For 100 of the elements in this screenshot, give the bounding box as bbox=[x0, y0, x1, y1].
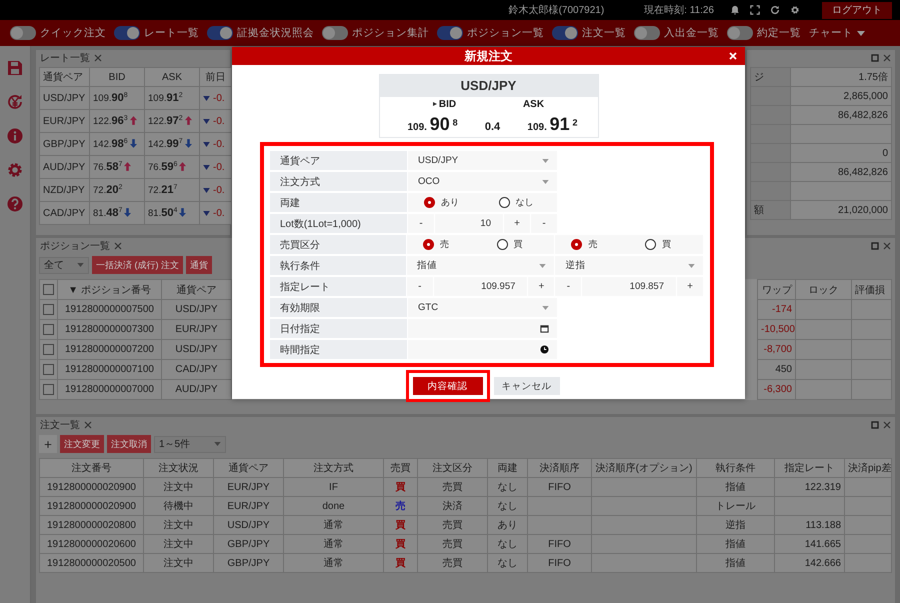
select-field[interactable]: OCO bbox=[408, 172, 557, 191]
logout-button[interactable]: ログアウト bbox=[822, 2, 892, 18]
info-icon[interactable] bbox=[7, 128, 23, 144]
radio-button[interactable] bbox=[571, 239, 582, 250]
step-button[interactable]: - bbox=[531, 214, 557, 233]
toggle-switch[interactable] bbox=[10, 26, 36, 40]
action-button[interactable]: 注文取消 bbox=[107, 435, 151, 453]
ask-price: 109.91$^{2}$ bbox=[527, 114, 578, 134]
column-header: ▼ ポジション番号 bbox=[58, 280, 162, 300]
bid-label: BID bbox=[438, 98, 456, 110]
close-icon[interactable] bbox=[114, 242, 122, 250]
action-button[interactable]: 一括決済 (成行) 注文 bbox=[92, 256, 183, 274]
checkbox[interactable] bbox=[43, 284, 54, 295]
checkbox[interactable] bbox=[43, 364, 54, 375]
field-label: 日付指定 bbox=[270, 319, 407, 338]
number-field[interactable]: 10 bbox=[435, 214, 503, 233]
table-cell: 1.75倍 bbox=[790, 68, 892, 86]
panel-tab[interactable]: レート一覧 bbox=[40, 50, 90, 64]
select-field[interactable]: GTC bbox=[408, 298, 557, 317]
toggle-switch[interactable] bbox=[727, 26, 753, 40]
help-icon[interactable] bbox=[7, 196, 23, 212]
checkbox[interactable] bbox=[43, 344, 54, 355]
toggle-switch[interactable] bbox=[437, 26, 463, 40]
number-field[interactable]: 109.957 bbox=[434, 277, 528, 296]
date-field[interactable] bbox=[408, 319, 557, 338]
yen-refresh-icon[interactable] bbox=[7, 94, 23, 110]
radio-button[interactable] bbox=[424, 197, 435, 208]
close-icon[interactable] bbox=[883, 420, 891, 428]
range-dropdown[interactable]: 1～5件 bbox=[154, 436, 226, 452]
column-header: ASK bbox=[144, 68, 200, 86]
refresh-icon[interactable] bbox=[770, 5, 780, 15]
radio-button[interactable] bbox=[422, 239, 434, 250]
time-field[interactable] bbox=[408, 340, 557, 359]
down-triangle-icon bbox=[203, 96, 210, 100]
close-icon[interactable] bbox=[94, 54, 102, 62]
action-button[interactable]: 通貨 bbox=[186, 256, 212, 274]
minus-button[interactable]: - bbox=[406, 277, 433, 296]
cancel-button[interactable]: キャンセル bbox=[494, 377, 560, 395]
caret-icon[interactable] bbox=[688, 264, 695, 268]
checkbox[interactable] bbox=[43, 304, 54, 315]
fullscreen-icon[interactable] bbox=[750, 5, 760, 15]
radio-button[interactable] bbox=[498, 197, 510, 208]
toggle-switch[interactable] bbox=[207, 26, 233, 40]
panel-toggle-label: 注文一覧 bbox=[582, 26, 626, 40]
add-button[interactable]: + bbox=[39, 435, 57, 453]
table-cell: FIFO bbox=[528, 478, 592, 496]
save-icon[interactable] bbox=[7, 60, 23, 76]
radio-button[interactable] bbox=[645, 239, 656, 250]
confirm-button[interactable]: 内容確認 bbox=[412, 377, 482, 395]
bid-rate: 109.90$^{8}$ bbox=[93, 93, 128, 104]
table-cell: 2,865,000 bbox=[790, 86, 892, 106]
table-cell bbox=[844, 554, 892, 572]
caret-icon[interactable] bbox=[77, 263, 84, 267]
checkbox[interactable] bbox=[43, 384, 54, 395]
close-icon[interactable] bbox=[883, 54, 891, 62]
minus-button[interactable]: - bbox=[408, 214, 434, 233]
table-cell: 141.665 bbox=[774, 534, 844, 554]
bell-icon[interactable] bbox=[730, 5, 740, 15]
number-field[interactable]: 109.857 bbox=[582, 277, 676, 296]
caret-icon[interactable] bbox=[539, 264, 546, 268]
radio-button[interactable] bbox=[496, 239, 508, 250]
checkbox[interactable] bbox=[43, 324, 54, 335]
maximize-icon[interactable] bbox=[871, 420, 879, 428]
caret-icon[interactable] bbox=[542, 306, 549, 310]
minus-button[interactable]: - bbox=[555, 277, 582, 296]
maximize-icon[interactable] bbox=[871, 54, 879, 62]
close-icon[interactable] bbox=[84, 420, 92, 428]
column-header: 前日 bbox=[200, 68, 232, 86]
select-field[interactable]: 逆指 bbox=[555, 256, 703, 275]
table-cell: FIFO bbox=[528, 554, 592, 572]
calendar-icon[interactable] bbox=[540, 324, 549, 333]
toggle-switch[interactable] bbox=[322, 26, 348, 40]
toggle-switch[interactable] bbox=[552, 26, 578, 40]
plus-button[interactable]: + bbox=[677, 277, 703, 296]
plus-button[interactable]: + bbox=[504, 214, 530, 233]
plus-button[interactable]: + bbox=[528, 277, 554, 296]
toggle-switch[interactable] bbox=[634, 26, 660, 40]
caret-icon[interactable] bbox=[542, 158, 549, 162]
panel-toggle-label: ポジション集計 bbox=[352, 26, 429, 40]
caret-icon[interactable] bbox=[214, 442, 221, 446]
filter-dropdown[interactable]: 全て bbox=[39, 256, 89, 274]
panel-toggle-label: 約定一覧 bbox=[757, 26, 801, 40]
settings-icon[interactable] bbox=[790, 5, 800, 15]
maximize-icon[interactable] bbox=[871, 242, 879, 250]
caret-icon[interactable] bbox=[542, 180, 549, 184]
table-cell: 通常 bbox=[284, 554, 384, 572]
caret-icon[interactable] bbox=[857, 30, 865, 36]
close-icon[interactable] bbox=[883, 242, 891, 250]
table-cell: なし bbox=[488, 534, 528, 554]
action-button[interactable]: 注文変更 bbox=[60, 435, 104, 453]
clock-icon[interactable] bbox=[540, 345, 549, 354]
select-field[interactable]: USD/JPY bbox=[408, 151, 557, 170]
table-cell: 1912800000020900 bbox=[40, 496, 144, 516]
panel-tab[interactable]: 注文一覧 bbox=[40, 418, 80, 432]
select-field[interactable]: 指値 bbox=[406, 256, 554, 275]
toggle-switch[interactable] bbox=[114, 26, 140, 40]
table-cell: done bbox=[284, 496, 384, 516]
chart-menu[interactable]: チャート bbox=[809, 26, 853, 40]
panel-tab[interactable]: ポジション一覧 bbox=[40, 238, 110, 252]
table-cell: 通常 bbox=[284, 516, 384, 534]
